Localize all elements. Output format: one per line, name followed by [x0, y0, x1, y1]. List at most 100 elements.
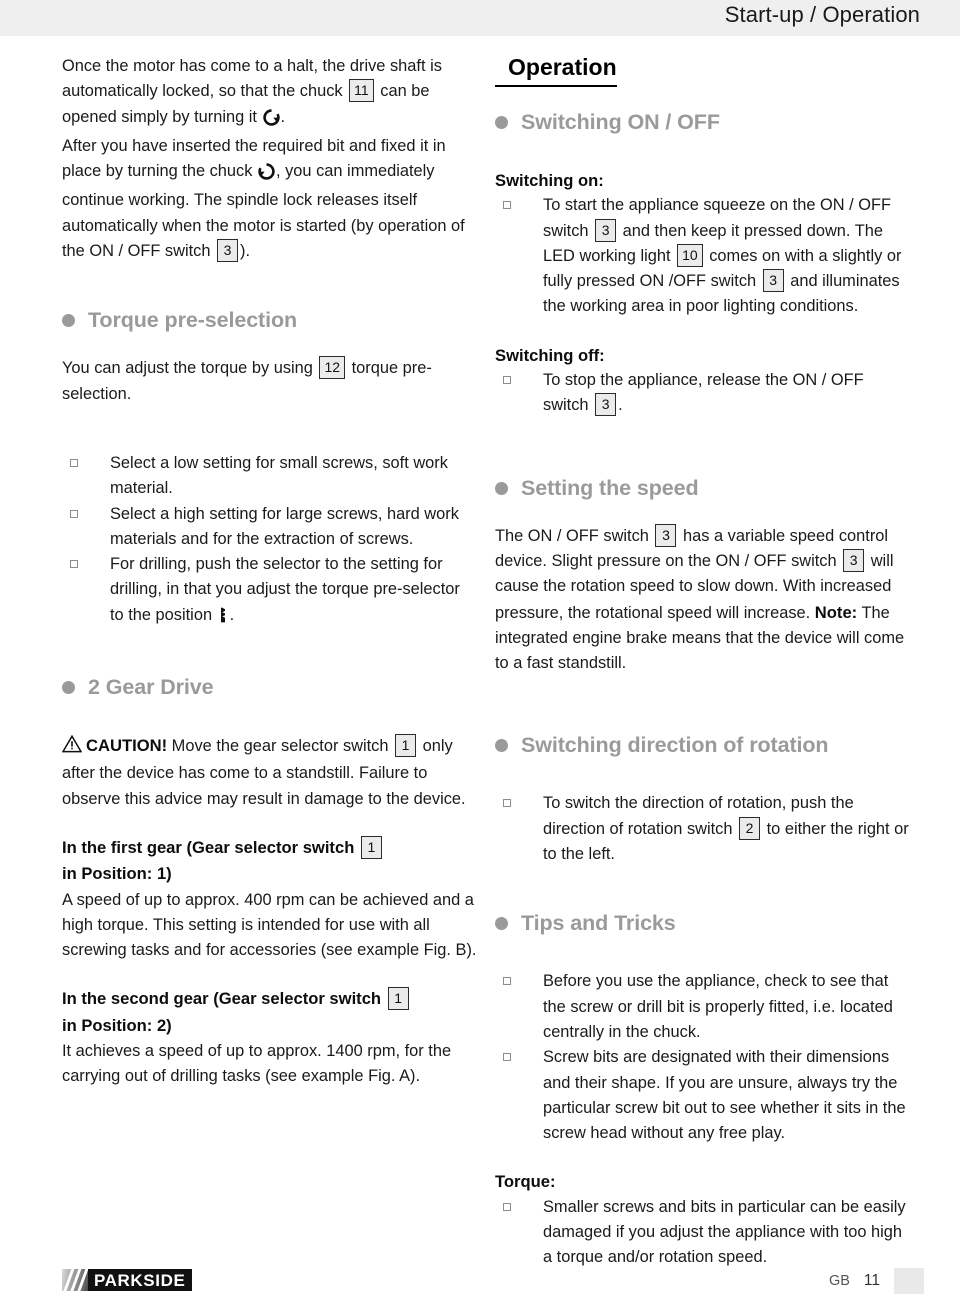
bullet-dot-icon	[495, 481, 508, 495]
bullet-dot-icon	[62, 314, 75, 328]
list-item-text: Select a high setting for large screws, …	[110, 504, 459, 548]
bullet-dot-icon	[495, 739, 508, 753]
speed-paragraph: The ON / OFF switch 3 has a variable spe…	[495, 523, 910, 677]
right-column: Operation Switching ON / OFF Switching o…	[495, 54, 910, 1271]
list-item-text: Smaller screws and bits in particular ca…	[543, 1197, 906, 1267]
heading-rotation-label: Switching direction of rotation	[521, 733, 829, 758]
ref-number-10: 10	[677, 243, 703, 267]
ref-number-12: 12	[319, 356, 346, 380]
ref-number-2: 2	[739, 816, 761, 840]
intro-paragraph-2: After you have inserted the required bit…	[62, 134, 477, 264]
heading-switching-label: Switching ON / OFF	[521, 110, 720, 134]
second-gear-body: It achieves a speed of up to approx. 140…	[62, 1042, 452, 1086]
list-item: Screw bits are designated with their dim…	[495, 1045, 910, 1146]
heading-switching-on-off: Switching ON / OFF	[495, 110, 910, 135]
ref-number-11: 11	[349, 79, 374, 103]
ref-number-1: 1	[360, 835, 382, 859]
intro-p1-seg3: .	[280, 107, 286, 126]
heading-switching-direction-of-rotation: Switching direction of rotation	[495, 733, 910, 758]
square-bullet-icon	[503, 1053, 511, 1062]
first-gear-block: In the first gear (Gear selector switch …	[62, 835, 477, 963]
ref-number-3: 3	[655, 523, 677, 547]
list-item: To switch the direction of rotation, pus…	[495, 791, 910, 867]
ref-number-3: 3	[217, 239, 239, 263]
speed-seg1: The ON / OFF switch	[495, 526, 654, 545]
torque-tips-list: Smaller screws and bits in particular ca…	[495, 1195, 910, 1271]
page-number: 11	[863, 1272, 880, 1289]
bullet-dot-icon	[62, 681, 75, 695]
heading-2-gear-drive: 2 Gear Drive	[62, 675, 477, 700]
square-bullet-icon	[503, 376, 511, 385]
caution-paragraph: CAUTION! Move the gear selector switch 1…	[61, 733, 477, 812]
warning-triangle-icon	[61, 734, 83, 761]
left-column: Once the motor has come to a halt, the d…	[61, 54, 477, 1090]
page-title: Start-up / Operation	[724, 2, 920, 27]
country-code: GB	[828, 1273, 850, 1289]
list-item: Before you use the appliance, check to s…	[495, 969, 910, 1045]
page-header: Start-up / Operation	[0, 0, 960, 36]
list-item-text: Screw bits are designated with their dim…	[543, 1048, 906, 1143]
list-item-text: Select a low setting for small screws, s…	[110, 453, 448, 498]
page-content: Once the motor has come to a halt, the d…	[0, 36, 960, 1266]
rotate-clockwise-icon	[262, 108, 280, 134]
torque-label: Torque:	[495, 1172, 556, 1192]
list-item: For drilling, push the selector to the s…	[62, 552, 477, 631]
ref-number-3: 3	[595, 393, 617, 417]
square-bullet-icon	[503, 201, 511, 210]
switching-on-label: Switching on:	[495, 171, 604, 190]
ref-number-3: 3	[595, 218, 617, 242]
list-item: Smaller screws and bits in particular ca…	[495, 1195, 910, 1271]
square-bullet-icon	[70, 509, 78, 518]
note-label: Note:	[814, 602, 858, 622]
page-footer: PARKSIDE GB 11	[0, 1261, 960, 1309]
intro-paragraph-1: Once the motor has come to a halt, the d…	[62, 54, 477, 134]
heading-torque-pre-selection: Torque pre-selection	[62, 308, 477, 333]
square-bullet-icon	[503, 1202, 511, 1211]
footer-blank-block	[894, 1268, 924, 1294]
heading-speed-label: Setting the speed	[521, 475, 699, 500]
second-gear-heading-seg1: In the second gear (Gear selector switch	[62, 989, 386, 1009]
caution-label: CAUTION!	[86, 736, 168, 756]
list-item-text: Before you use the appliance, check to s…	[543, 972, 893, 1041]
ref-number-1: 1	[395, 734, 417, 758]
heading-setting-the-speed: Setting the speed	[495, 476, 910, 501]
switching-on-list: To start the appliance squeeze on the ON…	[495, 193, 910, 319]
sw-off-seg2: .	[618, 396, 623, 415]
list-item: Select a low setting for small screws, s…	[62, 451, 477, 502]
heading-tips-and-tricks: Tips and Tricks	[495, 911, 910, 936]
square-bullet-icon	[70, 458, 78, 467]
second-gear-block: In the second gear (Gear selector switch…	[62, 986, 477, 1089]
drill-bit-icon	[218, 606, 229, 631]
torque-bullet-list: Select a low setting for small screws, s…	[62, 451, 477, 631]
tips-list: Before you use the appliance, check to s…	[495, 969, 910, 1146]
torque-paragraph: You can adjust the torque by using 12 to…	[62, 356, 477, 407]
first-gear-heading-seg1: In the first gear (Gear selector switch	[62, 837, 359, 857]
rotation-list: To switch the direction of rotation, pus…	[495, 791, 910, 867]
second-gear-heading-seg2: in Position: 2)	[62, 1015, 172, 1035]
footer-pager: GB 11	[828, 1268, 924, 1294]
intro-p2-seg3: ).	[240, 242, 251, 261]
logo-slashes-icon	[62, 1269, 88, 1291]
list-item-text: For drilling, push the selector to the s…	[110, 555, 460, 624]
caution-seg1: Move the gear selector switch	[167, 737, 394, 756]
list-item: To stop the appliance, release the ON / …	[495, 368, 910, 419]
bullet-dot-icon	[495, 917, 508, 931]
parkside-logo: PARKSIDE	[62, 1269, 193, 1291]
logo-wordmark: PARKSIDE	[94, 1270, 186, 1290]
square-bullet-icon	[503, 977, 511, 986]
torque-seg1: You can adjust the torque by using	[62, 359, 318, 378]
first-gear-body: A speed of up to approx. 400 rpm can be …	[62, 890, 477, 960]
square-bullet-icon	[503, 799, 511, 808]
switching-off-list: To stop the appliance, release the ON / …	[495, 368, 910, 419]
ref-number-1: 1	[387, 987, 409, 1011]
list-item: To start the appliance squeeze on the ON…	[495, 193, 910, 319]
list-item: Select a high setting for large screws, …	[62, 502, 477, 553]
heading-torque-label: Torque pre-selection	[88, 308, 298, 333]
switching-off-label: Switching off:	[495, 345, 605, 365]
heading-operation: Operation	[495, 54, 617, 87]
sw-off-seg1: To stop the appliance, release the ON / …	[543, 371, 864, 415]
bullet-dot-icon	[495, 116, 508, 129]
heading-operation-label: Operation	[508, 54, 617, 80]
heading-gear-label: 2 Gear Drive	[88, 675, 214, 700]
rotate-counterclockwise-icon	[258, 163, 275, 188]
